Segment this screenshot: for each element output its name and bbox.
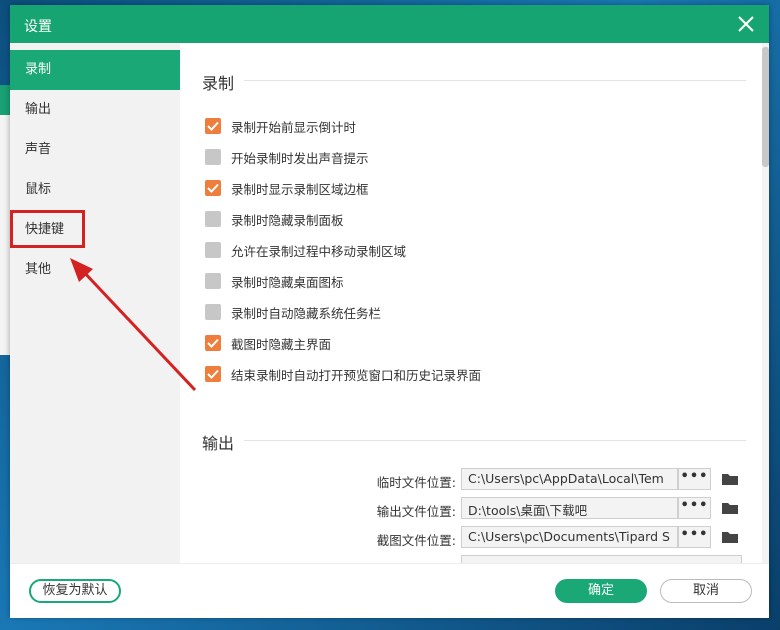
settings-dialog: 设置 录制 输出 声音 鼠标 快捷键 其他 录制 录制开始前显示倒计时 开始录制时… — [10, 5, 769, 618]
close-icon — [738, 16, 754, 32]
temp-path-browse-button[interactable]: ••• — [678, 468, 711, 490]
recording-option-label: 录制时显示录制区域边框 — [231, 182, 369, 197]
screenshot-path-field[interactable]: C:\Users\pc\Documents\Tipard S — [461, 526, 678, 548]
checkbox-checked[interactable] — [205, 335, 221, 351]
dialog-title: 设置 — [24, 19, 52, 35]
section-title-record: 录制 — [202, 74, 235, 93]
checkmark-icon — [207, 338, 219, 348]
close-button[interactable] — [735, 13, 757, 35]
checkbox-unchecked[interactable] — [205, 149, 221, 165]
checkbox-unchecked[interactable] — [205, 242, 221, 258]
checkbox-unchecked[interactable] — [205, 273, 221, 289]
screenshot-format-field[interactable] — [461, 555, 742, 563]
sidebar-item-output[interactable]: 输出 — [10, 90, 180, 130]
temp-path-label: 临时文件位置: — [376, 475, 456, 490]
temp-path-field[interactable]: C:\Users\pc\AppData\Local\Tem — [461, 468, 678, 490]
annotation-arrow-icon — [70, 258, 197, 392]
checkmark-icon — [207, 183, 219, 193]
output-path-row: 输出文件位置: D:\tools\桌面\下载吧 ••• — [180, 497, 759, 521]
folder-icon[interactable] — [721, 529, 739, 548]
temp-path-row: 临时文件位置: C:\Users\pc\AppData\Local\Tem ••… — [180, 468, 759, 492]
restore-defaults-button[interactable]: 恢复为默认 — [29, 579, 121, 603]
screenshot-path-label: 截图文件位置: — [376, 533, 456, 548]
output-path-field[interactable]: D:\tools\桌面\下载吧 — [461, 497, 678, 519]
checkmark-icon — [207, 121, 219, 131]
recording-option-label: 录制时隐藏桌面图标 — [231, 275, 344, 290]
settings-content: 录制 录制开始前显示倒计时 开始录制时发出声音提示 录制时显示录制区域边框 录制时隐藏… — [180, 43, 759, 563]
output-path-label: 输出文件位置: — [376, 504, 456, 519]
checkbox-unchecked[interactable] — [205, 211, 221, 227]
sidebar-item-record[interactable]: 录制 — [10, 50, 180, 90]
folder-icon[interactable] — [721, 471, 739, 490]
ok-button[interactable]: 确定 — [555, 579, 647, 603]
checkbox-unchecked[interactable] — [205, 304, 221, 320]
recording-option-label: 结束录制时自动打开预览窗口和历史记录界面 — [231, 368, 482, 383]
recording-option-label: 开始录制时发出声音提示 — [231, 151, 369, 166]
recording-option-label: 录制开始前显示倒计时 — [231, 120, 357, 135]
section-divider — [244, 80, 746, 81]
recording-option-label: 录制时自动隐藏系统任务栏 — [231, 306, 382, 321]
screenshot-path-browse-button[interactable]: ••• — [678, 526, 711, 548]
scrollbar-thumb[interactable] — [762, 47, 769, 167]
recording-option-label: 录制时隐藏录制面板 — [231, 213, 344, 228]
section-title-output: 输出 — [202, 434, 235, 453]
sidebar-item-audio[interactable]: 声音 — [10, 130, 180, 170]
sidebar-item-mouse[interactable]: 鼠标 — [10, 170, 180, 210]
content-scrollbar[interactable] — [762, 43, 769, 563]
checkmark-icon — [207, 369, 219, 379]
title-bar: 设置 — [10, 5, 769, 43]
screenshot-path-row: 截图文件位置: C:\Users\pc\Documents\Tipard S •… — [180, 526, 759, 550]
folder-icon[interactable] — [721, 500, 739, 519]
output-path-browse-button[interactable]: ••• — [678, 497, 711, 519]
annotation-highlight-box — [10, 210, 85, 248]
recording-option-label: 允许在录制过程中移动录制区域 — [231, 244, 407, 259]
dialog-footer: 恢复为默认 确定 取消 — [10, 563, 769, 618]
cancel-button[interactable]: 取消 — [660, 579, 752, 603]
section-divider — [244, 440, 746, 441]
checkbox-checked[interactable] — [205, 180, 221, 196]
recording-option-label: 截图时隐藏主界面 — [231, 337, 332, 352]
checkbox-checked[interactable] — [205, 366, 221, 382]
checkbox-checked[interactable] — [205, 118, 221, 134]
